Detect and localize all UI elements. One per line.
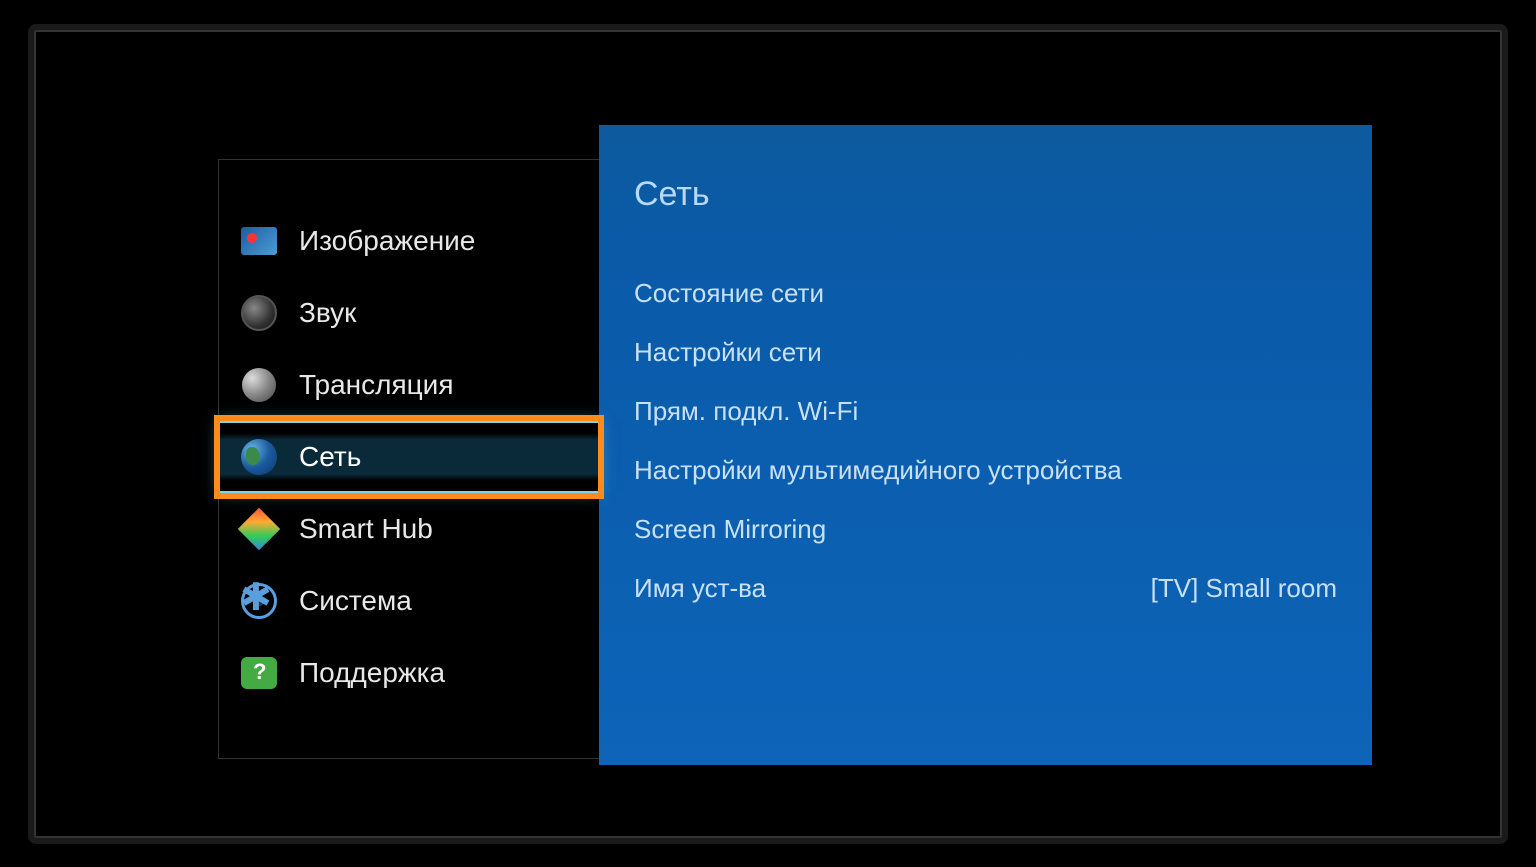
- content-item-network-status[interactable]: Состояние сети: [634, 264, 1337, 323]
- sidebar-item-support[interactable]: Поддержка: [219, 637, 599, 709]
- content-item-label: Прям. подкл. Wi-Fi: [634, 396, 858, 427]
- content-item-multimedia-device[interactable]: Настройки мультимедийного устройства: [634, 441, 1337, 500]
- sidebar-item-sound[interactable]: Звук: [219, 277, 599, 349]
- sidebar-item-label: Поддержка: [299, 657, 445, 689]
- smarthub-icon: [239, 509, 279, 549]
- sidebar-item-picture[interactable]: Изображение: [219, 205, 599, 277]
- sidebar-item-smarthub[interactable]: Smart Hub: [219, 493, 599, 565]
- network-icon: [239, 437, 279, 477]
- content-panel: Сеть Состояние сети Настройки сети Прям.…: [599, 125, 1372, 765]
- tv-screen: Изображение Звук Трансляция Сеть Smart H…: [78, 74, 1458, 794]
- picture-icon: [239, 221, 279, 261]
- content-item-label: Настройки сети: [634, 337, 822, 368]
- broadcast-icon: [239, 365, 279, 405]
- sidebar-item-label: Smart Hub: [299, 513, 433, 545]
- content-item-label: Настройки мультимедийного устройства: [634, 455, 1122, 486]
- system-icon: [239, 581, 279, 621]
- content-item-value: [TV] Small room: [1151, 573, 1337, 604]
- support-icon: [239, 653, 279, 693]
- sound-icon: [239, 293, 279, 333]
- content-item-label: Screen Mirroring: [634, 514, 826, 545]
- settings-sidebar: Изображение Звук Трансляция Сеть Smart H…: [219, 160, 599, 758]
- content-item-screen-mirroring[interactable]: Screen Mirroring: [634, 500, 1337, 559]
- sidebar-item-label: Изображение: [299, 225, 475, 257]
- content-item-label: Состояние сети: [634, 278, 824, 309]
- content-item-label: Имя уст-ва: [634, 573, 766, 604]
- sidebar-item-label: Система: [299, 585, 412, 617]
- sidebar-item-network[interactable]: Сеть: [219, 421, 599, 493]
- content-item-device-name[interactable]: Имя уст-ва [TV] Small room: [634, 559, 1337, 618]
- sidebar-item-label: Трансляция: [299, 369, 453, 401]
- content-item-network-settings[interactable]: Настройки сети: [634, 323, 1337, 382]
- content-title: Сеть: [634, 175, 1337, 214]
- sidebar-item-label: Сеть: [299, 441, 361, 473]
- content-item-wifi-direct[interactable]: Прям. подкл. Wi-Fi: [634, 382, 1337, 441]
- sidebar-item-label: Звук: [299, 297, 356, 329]
- sidebar-item-broadcast[interactable]: Трансляция: [219, 349, 599, 421]
- settings-menu: Изображение Звук Трансляция Сеть Smart H…: [218, 159, 1318, 759]
- sidebar-item-system[interactable]: Система: [219, 565, 599, 637]
- tv-frame: Изображение Звук Трансляция Сеть Smart H…: [28, 24, 1508, 844]
